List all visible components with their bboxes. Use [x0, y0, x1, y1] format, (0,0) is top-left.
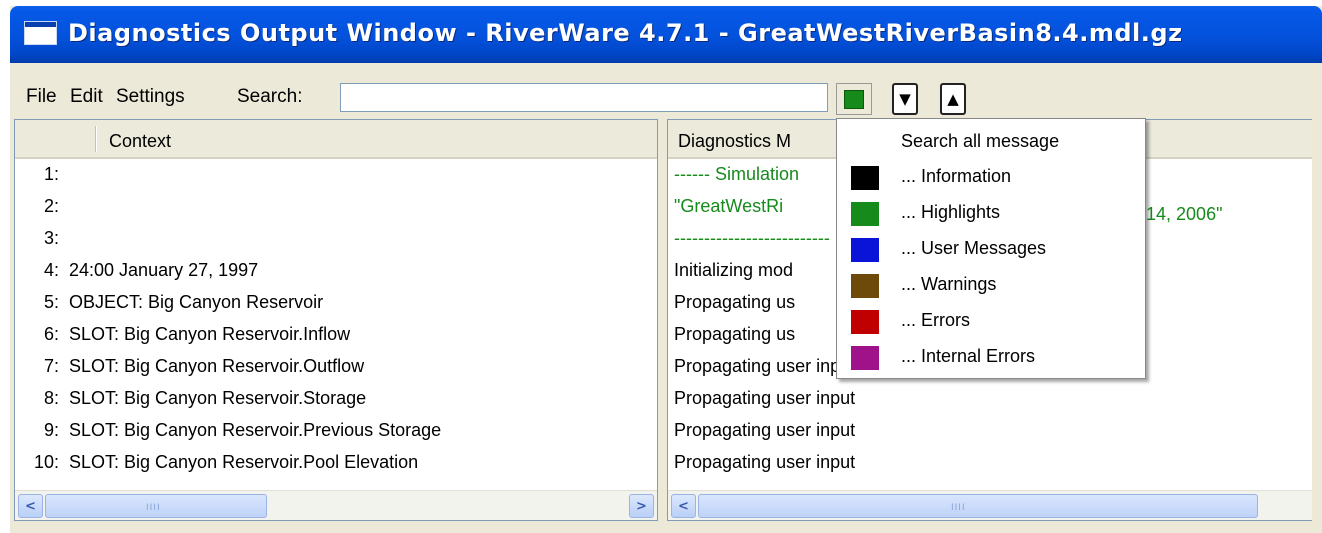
- arrow-down-icon: ▼: [899, 90, 911, 108]
- color-swatch-icon: [851, 166, 879, 190]
- popup-item[interactable]: ... User Messages: [851, 235, 1131, 265]
- row-number: 3:: [43, 228, 59, 248]
- row-number: 9:: [43, 420, 59, 440]
- scroll-grip-icon: IIII: [951, 503, 966, 513]
- menu-bar: File Edit Settings Search: ▼ ▲: [10, 63, 1322, 123]
- chevron-left-icon: <: [678, 498, 689, 514]
- row-context-text: SLOT: Big Canyon Reservoir.Outflow: [69, 356, 365, 376]
- menu-file[interactable]: File: [26, 86, 57, 108]
- row-number: 4:: [43, 260, 59, 280]
- popup-item[interactable]: ... Warnings: [851, 271, 1131, 301]
- popup-item-label: ... Highlights: [901, 202, 1001, 222]
- row-context-text: SLOT: Big Canyon Reservoir.Inflow: [69, 324, 351, 344]
- message-row[interactable]: ------ Simulation: [674, 164, 799, 185]
- row-number: 5:: [43, 292, 59, 312]
- row-context-text: SLOT: Big Canyon Reservoir.Previous Stor…: [69, 420, 442, 440]
- popup-item-label: ... User Messages: [901, 238, 1047, 258]
- popup-search-all-option[interactable]: Search all message: [901, 131, 1059, 152]
- context-pane: Context 1: 2: 3: 4: 24:00 January 27, 1997 5:…: [14, 119, 658, 521]
- row-context-text: SLOT: Big Canyon Reservoir.Storage: [69, 388, 367, 408]
- color-swatch-icon: [851, 346, 879, 370]
- message-row[interactable]: Propagating user input: [674, 420, 855, 441]
- row-number: 6:: [43, 324, 59, 344]
- messages-horizontal-scrollbar[interactable]: < IIII: [668, 490, 1312, 520]
- color-swatch-icon: [851, 274, 879, 298]
- menu-settings[interactable]: Settings: [116, 86, 185, 108]
- popup-item-label: ... Internal Errors: [901, 346, 1036, 366]
- scroll-thumb[interactable]: IIII: [698, 494, 1258, 518]
- selected-color-swatch: [844, 90, 864, 109]
- color-swatch-icon: [851, 238, 879, 262]
- popup-item-label: ... Errors: [901, 310, 971, 330]
- popup-item[interactable]: ... Information: [851, 163, 1131, 193]
- color-swatch-icon: [851, 310, 879, 334]
- message-row[interactable]: "GreatWestRi: [674, 196, 783, 217]
- context-row[interactable]: 4: 24:00 January 27, 1997: [15, 260, 655, 292]
- chevron-left-icon: <: [25, 498, 36, 514]
- message-type-color-button[interactable]: [836, 83, 872, 115]
- popup-item[interactable]: ... Errors: [851, 307, 1131, 337]
- row-context-text: SLOT: Big Canyon Reservoir.Pool Elevatio…: [69, 452, 419, 472]
- scroll-grip-icon: IIII: [146, 503, 161, 513]
- context-row[interactable]: 1:: [15, 164, 655, 196]
- context-row[interactable]: 8: SLOT: Big Canyon Reservoir.Storage: [15, 388, 655, 420]
- row-number: 10:: [33, 452, 59, 472]
- context-row[interactable]: 7: SLOT: Big Canyon Reservoir.Outflow: [15, 356, 655, 388]
- window-title: Diagnostics Output Window - RiverWare 4.…: [68, 19, 1183, 47]
- arrow-up-icon: ▲: [947, 90, 959, 108]
- scroll-left-button[interactable]: <: [671, 494, 696, 518]
- scroll-right-button[interactable]: >: [629, 494, 654, 518]
- row-context-text: 24:00 January 27, 1997: [69, 260, 259, 280]
- row-number: 2:: [43, 196, 59, 216]
- search-input[interactable]: [340, 83, 828, 112]
- popup-item[interactable]: ... Internal Errors: [851, 343, 1131, 373]
- messages-header-label: Diagnostics M: [678, 131, 792, 151]
- search-label: Search:: [237, 86, 303, 107]
- chevron-right-icon: >: [636, 498, 647, 514]
- search-previous-button[interactable]: ▲: [940, 83, 966, 115]
- message-row[interactable]: Propagating user input: [674, 356, 855, 377]
- row-number: 8:: [43, 388, 59, 408]
- color-swatch-icon: [851, 202, 879, 226]
- message-row[interactable]: --------------------------: [674, 228, 830, 249]
- search-next-button[interactable]: ▼: [892, 83, 918, 115]
- message-row[interactable]: Propagating user input: [674, 452, 855, 473]
- message-type-popup: Search all message ... Information ... Hi…: [836, 118, 1146, 379]
- menu-edit[interactable]: Edit: [70, 86, 103, 108]
- popup-item[interactable]: ... Highlights: [851, 199, 1131, 229]
- scroll-thumb[interactable]: IIII: [45, 494, 267, 518]
- row-context-text: OBJECT: Big Canyon Reservoir: [69, 292, 324, 312]
- title-bar[interactable]: Diagnostics Output Window - RiverWare 4.…: [10, 6, 1322, 63]
- context-row[interactable]: 3:: [15, 228, 655, 260]
- context-row[interactable]: 2:: [15, 196, 655, 228]
- context-horizontal-scrollbar[interactable]: < IIII >: [15, 490, 657, 520]
- context-header-label: Context: [109, 131, 172, 151]
- row-number: 7:: [43, 356, 59, 376]
- context-row[interactable]: 10: SLOT: Big Canyon Reservoir.Pool Eleva…: [15, 452, 655, 484]
- scroll-left-button[interactable]: <: [18, 494, 43, 518]
- message-row[interactable]: Propagating us: [674, 324, 795, 345]
- popup-item-label: ... Information: [901, 166, 1012, 186]
- context-header[interactable]: Context: [15, 120, 657, 159]
- context-row[interactable]: 9: SLOT: Big Canyon Reservoir.Previous St…: [15, 420, 655, 452]
- message-row[interactable]: Initializing mod: [674, 260, 793, 281]
- row-number: 1:: [43, 164, 59, 184]
- message-row[interactable]: Propagating us: [674, 292, 795, 313]
- context-row[interactable]: 5: OBJECT: Big Canyon Reservoir: [15, 292, 655, 324]
- context-row[interactable]: 6: SLOT: Big Canyon Reservoir.Inflow: [15, 324, 655, 356]
- message-row[interactable]: Propagating user input: [674, 388, 855, 409]
- window-icon: [24, 21, 57, 45]
- popup-item-label: ... Warnings: [901, 274, 997, 294]
